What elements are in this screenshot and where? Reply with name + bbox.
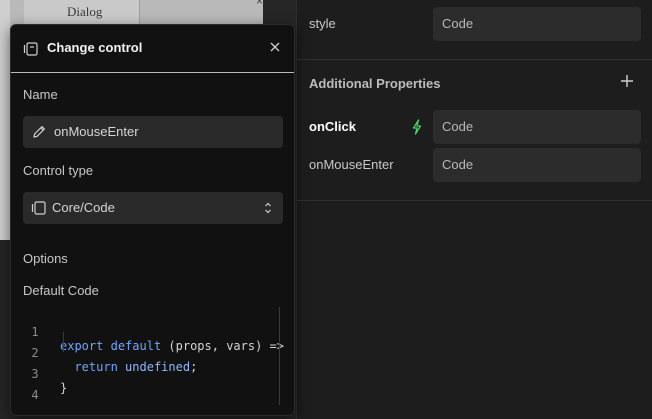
name-value: onMouseEnter — [54, 124, 139, 139]
code-line: 1 export default (props, vars) => — [23, 311, 285, 353]
pencil-icon — [33, 126, 45, 138]
name-field[interactable]: onMouseEnter — [23, 116, 283, 148]
code-line: 4 — [23, 374, 285, 402]
dialog-label: Dialog — [67, 4, 103, 19]
control-icon — [23, 42, 38, 56]
change-control-popover: Change control Name onMouseEnter Control… — [10, 24, 295, 416]
onclick-code-field[interactable]: Code — [433, 110, 641, 144]
bolt-icon[interactable] — [411, 119, 423, 135]
line-number: 4 — [31, 388, 39, 402]
close-icon[interactable] — [268, 40, 282, 54]
code-line: 3 } — [23, 353, 285, 395]
divider — [297, 200, 652, 201]
prop-label: onMouseEnter — [309, 157, 394, 172]
popover-title: Change control — [47, 40, 143, 55]
control-type-label: Control type — [23, 163, 94, 178]
prop-label: style — [309, 16, 336, 31]
divider — [297, 59, 652, 60]
prop-row-onclick: onClick Code — [297, 110, 652, 144]
prop-row-style: style Code — [297, 7, 652, 41]
prop-row-onmouseenter: onMouseEnter Code — [297, 148, 652, 182]
plus-icon[interactable] — [620, 74, 634, 88]
prop-label: onClick — [309, 119, 356, 134]
code-editor[interactable]: 1 export default (props, vars) => 2 retu… — [23, 307, 285, 405]
canvas-close-icon: × — [255, 0, 263, 8]
default-code-label: Default Code — [23, 283, 99, 298]
chevron-updown-icon — [265, 202, 271, 214]
editor-scroll-edge — [279, 307, 280, 405]
canvas-edge — [0, 0, 10, 240]
section-title: Additional Properties — [309, 76, 441, 91]
style-code-field[interactable]: Code — [433, 7, 641, 41]
control-type-select[interactable]: Core/Code — [23, 192, 283, 224]
control-type-value: Core/Code — [52, 200, 115, 215]
popover-header: Change control — [11, 25, 294, 73]
control-icon — [31, 201, 46, 215]
name-label: Name — [23, 87, 58, 102]
onmouseenter-code-field[interactable]: Code — [433, 148, 641, 182]
properties-panel: style Code Additional Properties onClick… — [296, 0, 652, 419]
options-label: Options — [23, 251, 68, 266]
indent-guide — [63, 332, 64, 352]
